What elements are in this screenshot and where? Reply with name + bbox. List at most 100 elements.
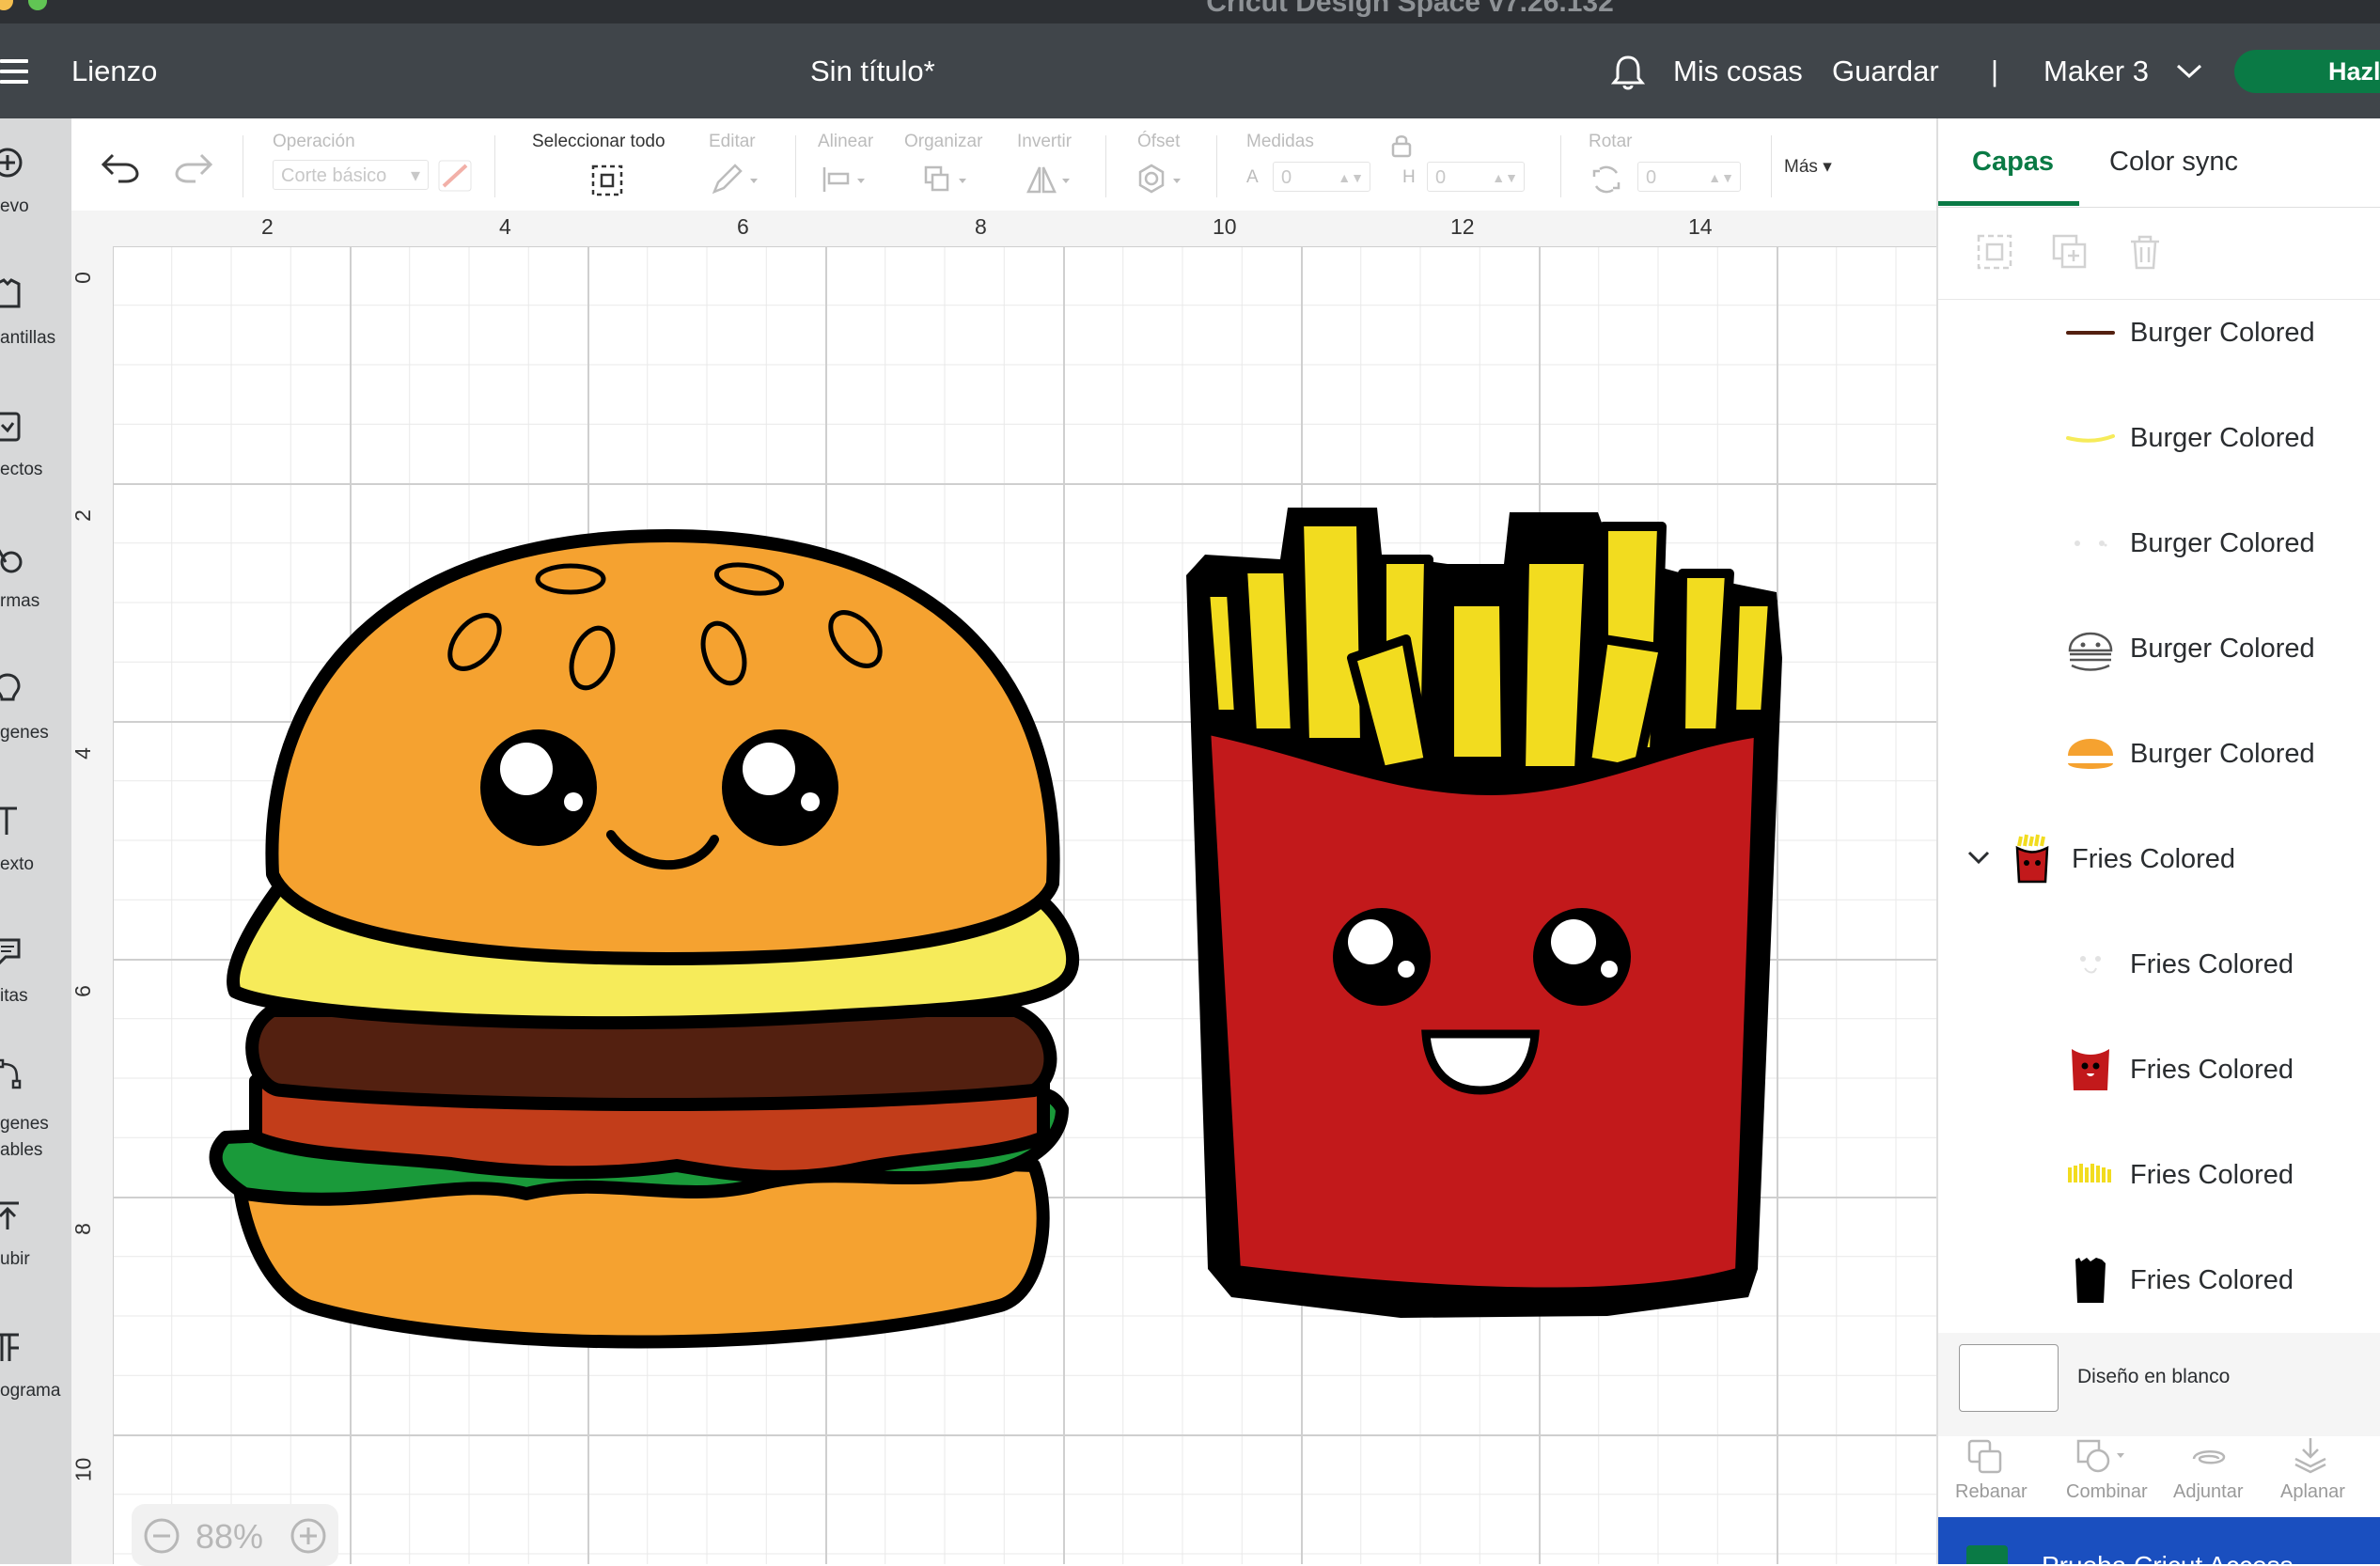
sidebar-item-monogram[interactable]: ograma: [0, 1322, 71, 1434]
my-stuff-link[interactable]: Mis cosas: [1673, 23, 1803, 118]
duplicate-icon[interactable]: [2051, 233, 2089, 271]
document-title[interactable]: Sin título*: [810, 23, 935, 118]
rotate-label: Rotar: [1589, 132, 1633, 151]
sidebar-label: rmas: [0, 591, 40, 611]
layer-row[interactable]: Burger Colored: [1938, 280, 2380, 385]
offset-icon[interactable]: [1137, 164, 1188, 196]
sidebar-label: ograma: [0, 1381, 61, 1401]
layer-row[interactable]: Fries Colored: [1938, 1122, 2380, 1228]
redo-icon[interactable]: [173, 151, 214, 183]
layer-thumbnail: [2066, 434, 2115, 443]
undo-icon[interactable]: [100, 151, 141, 183]
layer-name: Burger Colored: [2130, 739, 2315, 769]
zoom-level: 88%: [196, 1517, 264, 1556]
promo-banner[interactable]: Prueba Cricut Access: [1938, 1517, 2380, 1564]
blank-design-swatch[interactable]: [1959, 1344, 2059, 1412]
select-all-label[interactable]: Seleccionar todo: [532, 132, 665, 152]
window-title: Cricut Design Space v7.26.132: [1206, 0, 1614, 18]
height-label: H: [1402, 167, 1416, 187]
ruler-tick-label: 6: [70, 985, 95, 997]
hamburger-menu-icon[interactable]: [0, 59, 28, 84]
bell-icon[interactable]: [1611, 54, 1645, 91]
edit-label: Editar: [709, 132, 756, 151]
layer-row[interactable]: Burger Colored: [1938, 596, 2380, 701]
layer-thumbnail: [2080, 956, 2101, 974]
height-input[interactable]: 0 ▲▼: [1427, 162, 1525, 192]
group-icon[interactable]: [1976, 233, 2013, 271]
ruler-tick-label: 14: [1688, 214, 1713, 239]
chevron-down-icon[interactable]: [1966, 848, 1991, 869]
trash-icon[interactable]: [2126, 233, 2164, 271]
linetype-swatch-icon[interactable]: [438, 160, 472, 192]
zoom-control: 88%: [132, 1504, 338, 1566]
toolbar-divider: [494, 135, 495, 197]
pencil-icon[interactable]: [711, 164, 761, 196]
align-icon[interactable]: [822, 164, 872, 196]
minimize-dot-icon[interactable]: [0, 0, 13, 10]
more-menu[interactable]: Más ▾: [1784, 156, 1832, 178]
sidebar-item-phrases[interactable]: itas: [0, 927, 71, 1040]
zoom-dot-icon[interactable]: [28, 0, 47, 10]
width-input[interactable]: 0 ▲▼: [1273, 162, 1370, 192]
attach-icon[interactable]: [2190, 1438, 2228, 1476]
operation-select[interactable]: Corte básico ▾: [273, 160, 429, 190]
sidebar-item-editable-images[interactable]: genes ables: [0, 1049, 71, 1181]
ruler-tick-label: 4: [499, 214, 511, 239]
layer-thumbnail: [2075, 1258, 2106, 1303]
fries-image[interactable]: [113, 246, 1936, 1564]
toolbar-divider: [1771, 135, 1772, 197]
flip-label: Invertir: [1017, 132, 1073, 151]
size-label: Medidas: [1246, 132, 1314, 151]
flatten-label: Aplanar: [2280, 1481, 2345, 1502]
sidebar-item-upload[interactable]: ubir: [0, 1190, 71, 1303]
stepper-icon: ▲▼: [1708, 170, 1734, 185]
sidebar-item-images[interactable]: genes: [0, 664, 71, 776]
sidebar-item-templates[interactable]: antillas: [0, 269, 71, 382]
layer-row[interactable]: Fries Colored: [1938, 1017, 2380, 1122]
save-button[interactable]: Guardar: [1832, 23, 1939, 118]
ruler-tick-label: 4: [70, 747, 95, 760]
upload-icon: [0, 1201, 19, 1229]
sidebar-item-shapes[interactable]: rmas: [0, 532, 71, 645]
zoom-out-icon[interactable]: [143, 1517, 180, 1555]
section-title: Lienzo: [71, 55, 158, 87]
layer-name: Fries Colored: [2130, 949, 2294, 979]
height-value: 0: [1435, 167, 1447, 188]
rotate-icon[interactable]: [1589, 164, 1624, 196]
layer-row[interactable]: Fries Colored: [1938, 1228, 2380, 1333]
ruler-tick-label: 6: [737, 214, 749, 239]
vector-node-icon: [0, 1058, 22, 1089]
sidebar-item-text[interactable]: exto: [0, 795, 71, 908]
active-tab-indicator: [1938, 201, 2079, 206]
machine-selector[interactable]: Maker 3: [2043, 23, 2149, 118]
flatten-icon[interactable]: [2292, 1434, 2329, 1476]
layer-group-row[interactable]: Fries Colored: [1938, 806, 2380, 912]
slice-icon[interactable]: [1966, 1438, 2004, 1476]
blank-design-row[interactable]: Diseño en blanco: [1938, 1333, 2380, 1436]
layer-row[interactable]: Fries Colored: [1938, 912, 2380, 1017]
text-icon: [0, 806, 17, 835]
tab-layers[interactable]: Capas: [1972, 147, 2054, 178]
ruler-tick-label: 8: [70, 1223, 95, 1235]
design-canvas[interactable]: [113, 246, 1936, 1564]
lock-icon[interactable]: [1391, 133, 1412, 158]
sidebar-item-projects[interactable]: ectos: [0, 400, 71, 513]
operation-label: Operación: [273, 132, 355, 151]
chevron-down-icon[interactable]: [2175, 63, 2203, 80]
stepper-icon: ▲▼: [1338, 170, 1364, 185]
rotate-input[interactable]: 0 ▲▼: [1637, 162, 1741, 192]
layer-row[interactable]: Burger Colored: [1938, 701, 2380, 806]
arrange-label: Organizar: [904, 132, 983, 151]
select-all-icon[interactable]: [590, 164, 624, 197]
sidebar-item-new[interactable]: evo: [0, 137, 71, 250]
tab-color-sync[interactable]: Color sync: [2109, 147, 2238, 178]
layer-row[interactable]: Burger Colored: [1938, 385, 2380, 491]
layer-row[interactable]: Burger Colored: [1938, 491, 2380, 596]
combine-icon[interactable]: [2075, 1438, 2132, 1476]
sidebar-label: ables: [0, 1140, 43, 1160]
zoom-in-icon[interactable]: [290, 1517, 327, 1555]
make-it-button[interactable]: Hazlo: [2234, 50, 2380, 93]
toolbar-divider: [795, 135, 796, 197]
arrange-icon[interactable]: [923, 164, 974, 196]
flip-icon[interactable]: [1026, 164, 1077, 196]
